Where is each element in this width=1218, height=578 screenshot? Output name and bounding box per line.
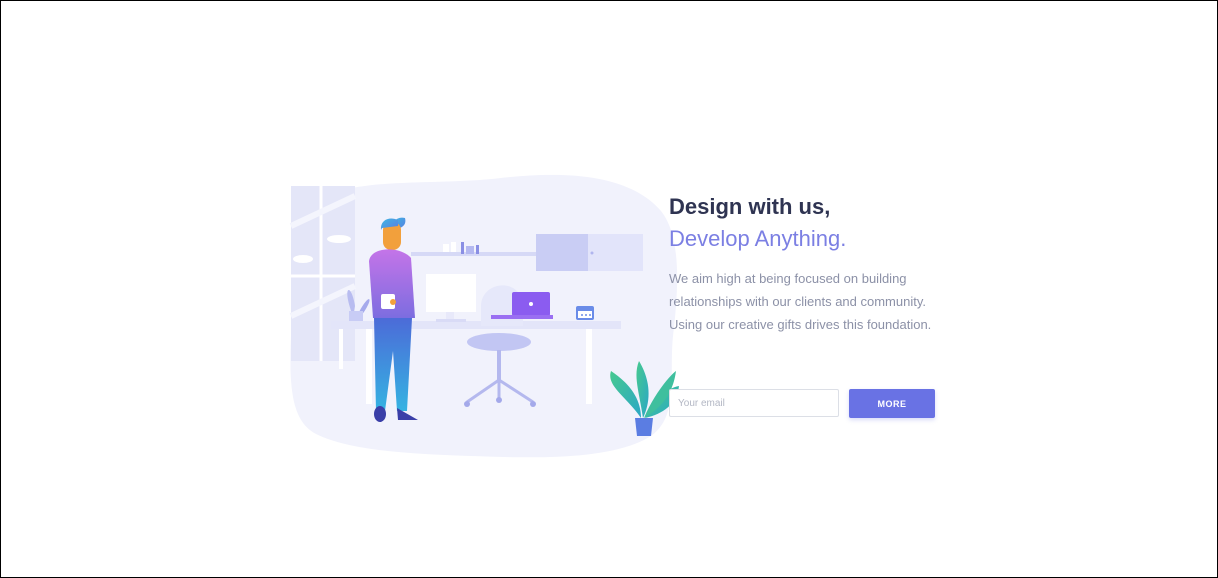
hero-description: We aim high at being focused on building…: [669, 271, 932, 332]
hero-title: Design with us,: [669, 194, 831, 219]
office-illustration: [289, 174, 679, 458]
calendar-icon: [576, 306, 594, 320]
hero-content: Design with us, Develop Anything. We aim…: [669, 193, 939, 336]
email-signup-form: MORE: [669, 389, 935, 418]
hero-subtitle: Develop Anything.: [669, 226, 847, 251]
page-frame: Design with us, Develop Anything. We aim…: [0, 0, 1218, 578]
window-icon: [289, 186, 357, 361]
hero-section: Design with us, Develop Anything. We aim…: [281, 166, 941, 466]
more-button[interactable]: MORE: [849, 389, 935, 418]
email-input[interactable]: [669, 389, 839, 417]
